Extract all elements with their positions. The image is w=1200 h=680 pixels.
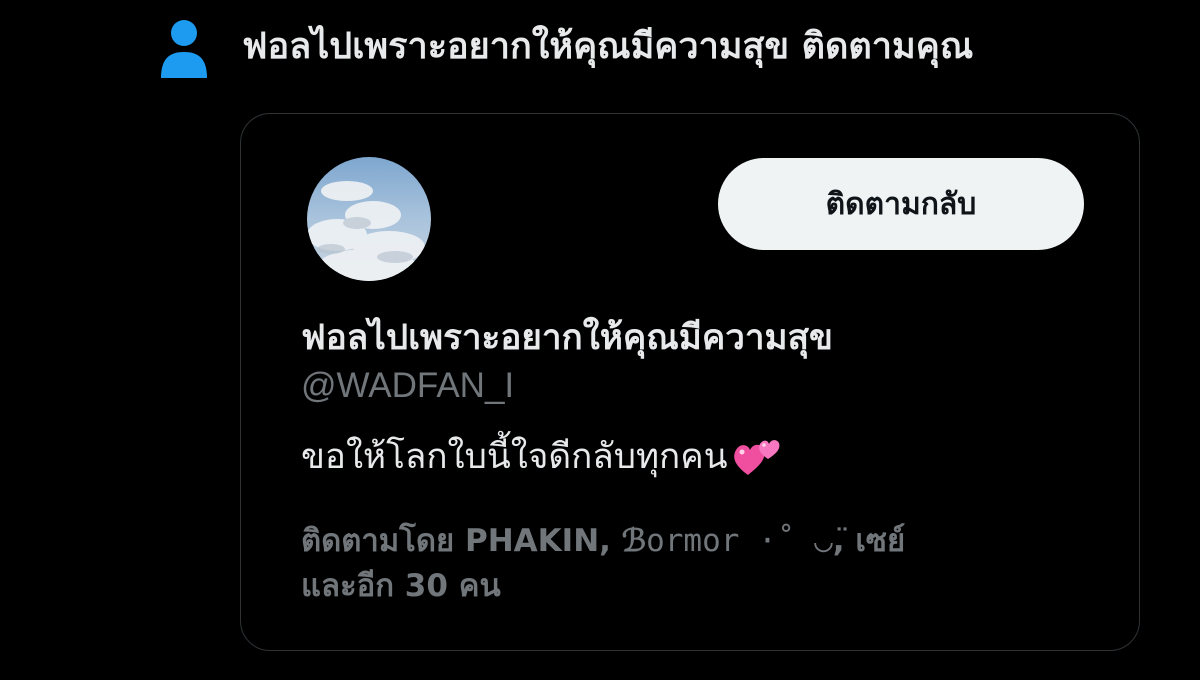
display-name[interactable]: ฟอลไปเพราะอยากให้คุณมีความสุข: [301, 310, 833, 365]
person-icon: [161, 20, 207, 78]
follow-back-button[interactable]: ติดตามกลับ: [718, 158, 1084, 250]
user-bio: ขอให้โลกใบนี้ใจดีกลับทุกคน: [301, 429, 782, 484]
notification-text: ฟอลไปเพราะอยากให้คุณมีความสุข ติดตามคุณ: [242, 26, 974, 68]
user-handle[interactable]: @WADFAN_I: [301, 366, 514, 406]
follower-name-3[interactable]: เซย์: [855, 523, 905, 559]
followed-by-suffix: และอีก 30 คน: [301, 568, 501, 604]
user-card[interactable]: ติดตามกลับ ฟอลไปเพราะอยากให้คุณมีความสุข…: [240, 113, 1140, 651]
follower-name-2[interactable]: ℬormor ·˚ ◡̈: [622, 523, 833, 559]
avatar[interactable]: [307, 157, 431, 281]
two-hearts-icon: [733, 439, 780, 475]
bio-text: ขอให้โลกใบนี้ใจดีกลับทุกคน: [301, 437, 728, 477]
followed-by-prefix: ติดตามโดย: [301, 523, 455, 559]
follow-notification[interactable]: ฟอลไปเพราะอยากให้คุณมีความสุข ติดตามคุณ: [160, 16, 973, 78]
follower-name-1[interactable]: PHAKIN: [465, 523, 599, 559]
followed-by: ติดตามโดย PHAKIN, ℬormor ·˚ ◡̈, เซย์ และ…: [301, 523, 906, 604]
